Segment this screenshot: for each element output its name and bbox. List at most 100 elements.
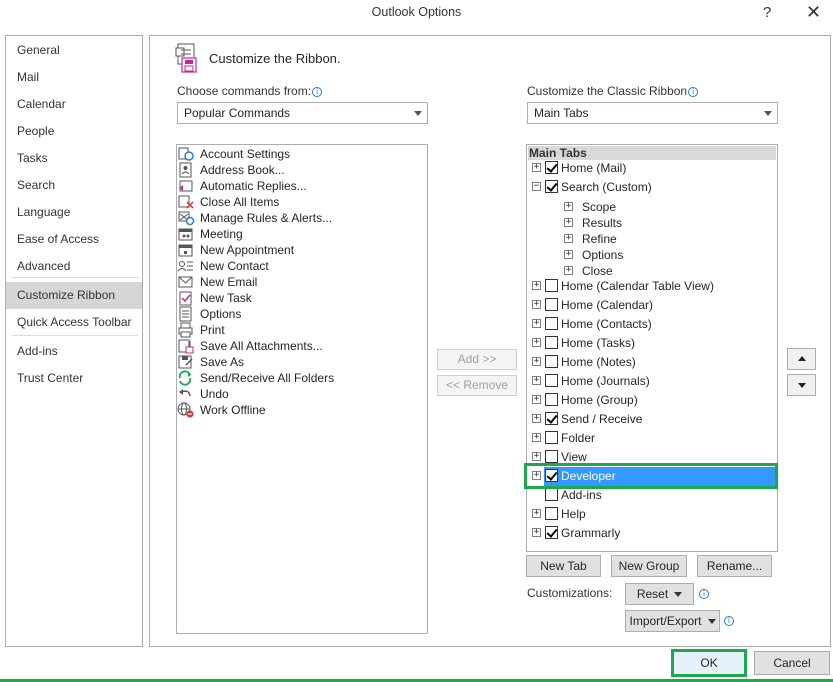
- nav-item-quick-access-toolbar[interactable]: Quick Access Toolbar: [6, 309, 142, 336]
- tab-checkbox[interactable]: [545, 450, 558, 463]
- tab-checkbox[interactable]: [545, 526, 558, 539]
- expand-icon[interactable]: +: [532, 528, 541, 537]
- expand-icon[interactable]: +: [564, 202, 573, 211]
- move-down-button[interactable]: [787, 374, 816, 396]
- search-group-refine[interactable]: + Refine: [564, 231, 764, 247]
- ribbon-tab-send-receive[interactable]: + Send / Receive: [528, 410, 776, 429]
- ribbon-tab-add-ins[interactable]: Add-ins: [528, 486, 776, 505]
- nav-item-search[interactable]: Search: [6, 172, 142, 199]
- cancel-button[interactable]: Cancel: [754, 651, 830, 675]
- commands-list[interactable]: Account Settings Address Book... Automatic…: [176, 144, 428, 634]
- command-item[interactable]: Undo: [177, 386, 427, 402]
- ribbon-tab-home-contacts[interactable]: + Home (Contacts): [528, 315, 776, 334]
- search-group-results[interactable]: + Results: [564, 215, 764, 231]
- command-item[interactable]: Automatic Replies...: [177, 178, 427, 194]
- command-item[interactable]: Account Settings: [177, 146, 427, 162]
- commands-from-dropdown[interactable]: Popular Commands: [177, 102, 428, 124]
- expand-icon[interactable]: +: [532, 163, 541, 172]
- ribbon-tabs-tree[interactable]: Main Tabs + Home (Mail) − Search (Custom) + H…: [526, 144, 778, 552]
- rename-button[interactable]: Rename...: [697, 555, 772, 577]
- expand-icon[interactable]: +: [532, 509, 541, 518]
- nav-item-calendar[interactable]: Calendar: [6, 91, 142, 118]
- ribbon-tab-home-notes[interactable]: + Home (Notes): [528, 353, 776, 372]
- expand-icon[interactable]: +: [532, 357, 541, 366]
- command-item[interactable]: Close All Items: [177, 194, 427, 210]
- tab-checkbox[interactable]: [545, 507, 558, 520]
- tab-checkbox[interactable]: [545, 180, 558, 193]
- expand-icon[interactable]: +: [532, 376, 541, 385]
- expand-icon[interactable]: +: [564, 266, 573, 275]
- nav-item-people[interactable]: People: [6, 118, 142, 145]
- nav-item-language[interactable]: Language: [6, 199, 142, 226]
- ribbon-tab-home-tasks[interactable]: + Home (Tasks): [528, 334, 776, 353]
- command-item[interactable]: New Appointment: [177, 242, 427, 258]
- command-item[interactable]: Work Offline: [177, 402, 427, 418]
- search-group-close[interactable]: + Close: [564, 263, 764, 279]
- expand-icon[interactable]: +: [532, 471, 541, 480]
- expand-icon[interactable]: +: [532, 300, 541, 309]
- nav-item-add-ins[interactable]: Add-ins: [6, 338, 142, 365]
- help-button[interactable]: ?: [763, 4, 771, 21]
- tab-checkbox[interactable]: [545, 488, 558, 501]
- close-button[interactable]: ✕: [806, 2, 821, 23]
- nav-item-advanced[interactable]: Advanced: [6, 253, 142, 280]
- ok-button[interactable]: OK: [671, 649, 747, 677]
- nav-item-tasks[interactable]: Tasks: [6, 145, 142, 172]
- expand-icon[interactable]: +: [532, 281, 541, 290]
- command-item[interactable]: Save As: [177, 354, 427, 370]
- command-item[interactable]: Send/Receive All Folders: [177, 370, 427, 386]
- search-group-options[interactable]: + Options: [564, 247, 764, 263]
- expand-icon[interactable]: +: [564, 234, 573, 243]
- reset-button[interactable]: Reset: [625, 583, 694, 605]
- expand-icon[interactable]: +: [564, 218, 573, 227]
- ribbon-tab-home-journals[interactable]: + Home (Journals): [528, 372, 776, 391]
- expand-icon[interactable]: +: [532, 319, 541, 328]
- command-item[interactable]: New Task: [177, 290, 427, 306]
- ribbon-tab-developer[interactable]: + Developer: [532, 467, 776, 486]
- nav-item-mail[interactable]: Mail: [6, 64, 142, 91]
- ribbon-tab-folder[interactable]: + Folder: [528, 429, 776, 448]
- tab-checkbox[interactable]: [545, 161, 558, 174]
- expand-icon[interactable]: +: [532, 452, 541, 461]
- tab-checkbox[interactable]: [545, 355, 558, 368]
- tab-checkbox[interactable]: [545, 431, 558, 444]
- add-button[interactable]: Add >>: [437, 349, 517, 370]
- tab-checkbox[interactable]: [545, 412, 558, 425]
- expand-icon[interactable]: +: [564, 250, 573, 259]
- command-item[interactable]: New Email: [177, 274, 427, 290]
- ribbon-tab-view[interactable]: + View: [528, 448, 776, 467]
- expand-icon[interactable]: +: [532, 338, 541, 347]
- ribbon-tab-home-group[interactable]: + Home (Group): [528, 391, 776, 410]
- ribbon-tab-search-custom[interactable]: − Search (Custom): [528, 178, 776, 197]
- ribbon-tab-home-mail[interactable]: + Home (Mail): [528, 159, 776, 178]
- command-item[interactable]: New Contact: [177, 258, 427, 274]
- tab-checkbox[interactable]: [545, 393, 558, 406]
- command-item[interactable]: Address Book...: [177, 162, 427, 178]
- tab-checkbox[interactable]: [545, 336, 558, 349]
- nav-item-customize-ribbon[interactable]: Customize Ribbon: [6, 282, 142, 309]
- ribbon-tab-home-calendar[interactable]: + Home (Calendar): [528, 296, 776, 315]
- expand-icon[interactable]: +: [532, 433, 541, 442]
- tab-checkbox[interactable]: [545, 279, 558, 292]
- tab-checkbox[interactable]: [545, 374, 558, 387]
- command-item[interactable]: Options: [177, 306, 427, 322]
- command-item[interactable]: Save All Attachments...: [177, 338, 427, 354]
- ribbon-tab-grammarly[interactable]: + Grammarly: [528, 524, 776, 543]
- tab-checkbox[interactable]: [545, 317, 558, 330]
- expand-icon[interactable]: +: [532, 395, 541, 404]
- tab-checkbox[interactable]: [545, 469, 558, 482]
- expand-icon[interactable]: +: [532, 414, 541, 423]
- ribbon-tab-help[interactable]: + Help: [528, 505, 776, 524]
- tab-checkbox[interactable]: [545, 298, 558, 311]
- remove-button[interactable]: << Remove: [437, 375, 517, 396]
- collapse-icon[interactable]: −: [532, 182, 541, 191]
- search-group-scope[interactable]: + Scope: [564, 199, 764, 215]
- command-item[interactable]: Print: [177, 322, 427, 338]
- new-tab-button[interactable]: New Tab: [526, 555, 601, 577]
- new-group-button[interactable]: New Group: [611, 555, 687, 577]
- ribbon-tab-home-calendar-table-view[interactable]: + Home (Calendar Table View): [528, 277, 776, 296]
- import-export-button[interactable]: Import/Export: [625, 610, 720, 632]
- nav-item-trust-center[interactable]: Trust Center: [6, 365, 142, 392]
- move-up-button[interactable]: [787, 348, 816, 370]
- command-item[interactable]: Meeting: [177, 226, 427, 242]
